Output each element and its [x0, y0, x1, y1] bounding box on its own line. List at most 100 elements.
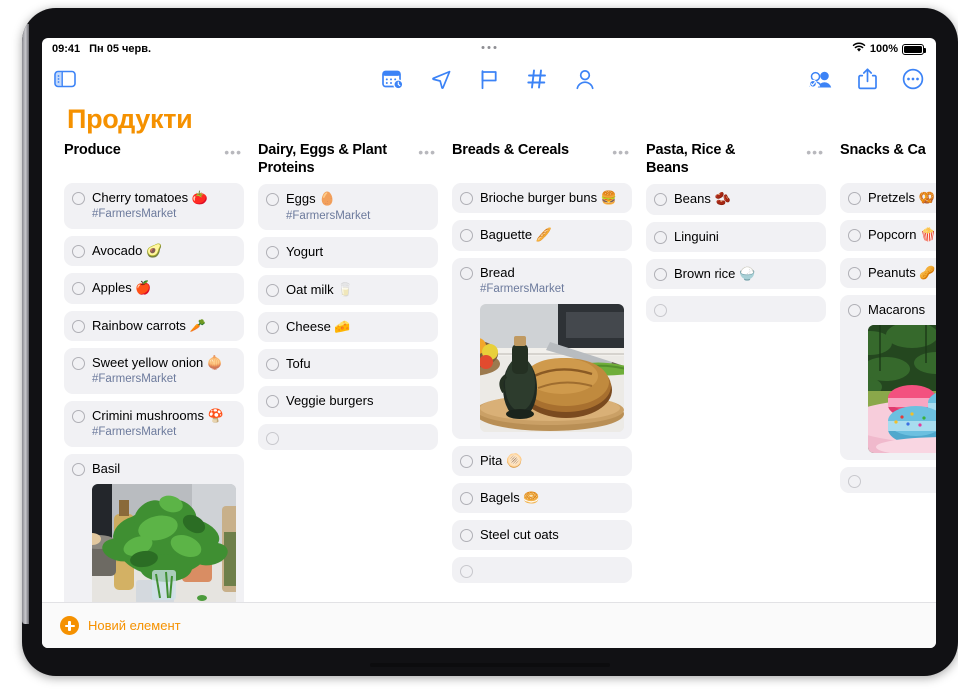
sidebar-toggle-icon[interactable]: [52, 66, 78, 92]
list-item[interactable]: Tofu: [258, 349, 438, 380]
list-item-tag[interactable]: #FarmersMarket: [286, 210, 430, 224]
checkbox-circle-icon[interactable]: [72, 192, 85, 205]
list-item[interactable]: Yogurt: [258, 237, 438, 268]
bread-loaf-photo[interactable]: [480, 304, 624, 432]
checkbox-circle-icon[interactable]: [266, 358, 279, 372]
list-item[interactable]: Cheese 🧀: [258, 311, 438, 343]
bottom-toolbar: Новий елемент: [42, 602, 936, 648]
list-item[interactable]: Cherry tomatoes 🍅 #FarmersMarket: [64, 183, 244, 230]
checkbox-circle-icon[interactable]: [460, 192, 473, 205]
list-item[interactable]: Sweet yellow onion 🧅 #FarmersMarket: [64, 347, 244, 394]
list-item-tag[interactable]: #FarmersMarket: [92, 426, 236, 440]
list-item-body: Bagels 🥯: [480, 490, 624, 506]
status-bar-right: 100%: [852, 42, 926, 56]
list-item[interactable]: Steel cut oats: [452, 520, 632, 551]
list-item-body: Steel cut oats: [480, 527, 624, 543]
checkbox-circle-icon[interactable]: [72, 319, 85, 333]
list-item[interactable]: Peanuts 🥜: [840, 257, 936, 288]
checkbox-circle-icon[interactable]: [654, 267, 667, 281]
more-circle-icon[interactable]: [900, 66, 926, 92]
list-item[interactable]: Pretzels 🥨: [840, 183, 936, 214]
column-menu-icon[interactable]: •••: [224, 142, 242, 159]
checkbox-circle-icon[interactable]: [266, 320, 279, 334]
person-icon[interactable]: [572, 66, 598, 92]
list-item[interactable]: Crimini mushrooms 🍄 #FarmersMarket: [64, 400, 244, 447]
list-item-body: Crimini mushrooms 🍄 #FarmersMarket: [92, 408, 236, 440]
column-menu-icon[interactable]: •••: [418, 142, 436, 159]
checkbox-circle-icon[interactable]: [72, 462, 85, 476]
plus-circle-icon[interactable]: [60, 616, 79, 635]
checkbox-circle-icon[interactable]: [848, 229, 861, 243]
checkbox-circle-icon[interactable]: [460, 229, 473, 243]
board-column: Snacks & Ca Pretzels 🥨 Popcorn 🍿 Peanuts 🥜 M…: [840, 142, 936, 602]
list-item-tag[interactable]: #FarmersMarket: [92, 208, 236, 222]
board-columns[interactable]: Produce ••• Cherry tomatoes 🍅 #FarmersMarke…: [42, 142, 936, 602]
empty-list-item[interactable]: [258, 423, 438, 450]
checkbox-circle-icon[interactable]: [460, 529, 473, 543]
list-item[interactable]: Brioche burger buns 🍔: [452, 183, 632, 214]
checkbox-circle-icon[interactable]: [460, 565, 473, 579]
list-item-body: Popcorn 🍿: [868, 227, 936, 243]
list-item[interactable]: Bread #FarmersMarket: [452, 257, 632, 439]
board-column: Produce ••• Cherry tomatoes 🍅 #FarmersMarke…: [64, 142, 244, 602]
collaborate-icon[interactable]: [808, 66, 834, 92]
list-item-body: Apples 🍎: [92, 280, 236, 296]
send-arrow-icon[interactable]: [428, 66, 454, 92]
list-item[interactable]: Bagels 🥯: [452, 482, 632, 514]
board-column: Breads & Cereals ••• Brioche burger buns 🍔…: [452, 142, 632, 602]
basil-plant-photo[interactable]: [92, 484, 236, 602]
share-icon[interactable]: [854, 66, 880, 92]
list-item[interactable]: Basil: [64, 453, 244, 602]
list-item[interactable]: Linguini: [646, 221, 826, 252]
list-item[interactable]: Beans 🫘: [646, 184, 826, 215]
checkbox-circle-icon[interactable]: [72, 409, 85, 423]
empty-list-item[interactable]: [840, 467, 936, 493]
list-item[interactable]: Apples 🍎: [64, 273, 244, 304]
list-item[interactable]: Rainbow carrots 🥕: [64, 310, 244, 341]
checkbox-circle-icon[interactable]: [72, 356, 85, 370]
column-title: Produce: [64, 142, 121, 158]
checkbox-circle-icon[interactable]: [266, 193, 279, 207]
list-item-tag[interactable]: #FarmersMarket: [480, 283, 624, 297]
macarons-photo[interactable]: [868, 325, 936, 453]
list-item[interactable]: Brown rice 🍚: [646, 258, 826, 290]
list-item[interactable]: Eggs 🥚 #FarmersMarket: [258, 184, 438, 231]
checkbox-circle-icon[interactable]: [460, 266, 473, 280]
list-item[interactable]: Baguette 🥖: [452, 220, 632, 251]
checkbox-circle-icon[interactable]: [654, 193, 667, 207]
checkbox-circle-icon[interactable]: [72, 245, 85, 259]
empty-list-item[interactable]: [452, 557, 632, 584]
hashtag-icon[interactable]: [524, 66, 550, 92]
checkbox-circle-icon[interactable]: [460, 491, 473, 505]
checkbox-circle-icon[interactable]: [266, 431, 279, 445]
column-menu-icon[interactable]: •••: [806, 142, 824, 159]
list-item[interactable]: Pita 🫓: [452, 445, 632, 476]
checkbox-circle-icon[interactable]: [848, 192, 861, 205]
checkbox-circle-icon[interactable]: [654, 304, 667, 318]
list-item[interactable]: Popcorn 🍿: [840, 220, 936, 251]
checkbox-circle-icon[interactable]: [266, 395, 279, 409]
list-item-tag[interactable]: #FarmersMarket: [92, 373, 236, 387]
ipad-screen: 09:41 Пн 05 черв. 100% Продукти Produce …: [42, 38, 936, 648]
new-item-button-label[interactable]: Новий елемент: [88, 618, 181, 633]
flag-icon[interactable]: [476, 66, 502, 92]
checkbox-circle-icon[interactable]: [848, 266, 861, 280]
list-item[interactable]: Veggie burgers: [258, 386, 438, 417]
column-menu-icon[interactable]: •••: [612, 142, 630, 159]
checkbox-circle-icon[interactable]: [266, 246, 279, 260]
empty-list-item[interactable]: [646, 296, 826, 323]
checkbox-circle-icon[interactable]: [848, 303, 861, 317]
multitasking-dots-button[interactable]: [481, 46, 497, 49]
checkbox-circle-icon[interactable]: [460, 454, 473, 468]
column-header: Produce •••: [64, 142, 244, 176]
checkbox-circle-icon[interactable]: [72, 282, 85, 296]
checkbox-circle-icon[interactable]: [848, 475, 861, 488]
checkbox-circle-icon[interactable]: [266, 283, 279, 297]
calendar-clock-icon[interactable]: [380, 66, 406, 92]
device-side-bezel: [22, 24, 29, 624]
checkbox-circle-icon[interactable]: [654, 230, 667, 244]
list-item[interactable]: Macarons: [840, 294, 936, 460]
list-item[interactable]: Oat milk 🥛: [258, 274, 438, 305]
list-item[interactable]: Avocado 🥑: [64, 236, 244, 267]
list-item-text: Popcorn 🍿: [868, 227, 936, 243]
